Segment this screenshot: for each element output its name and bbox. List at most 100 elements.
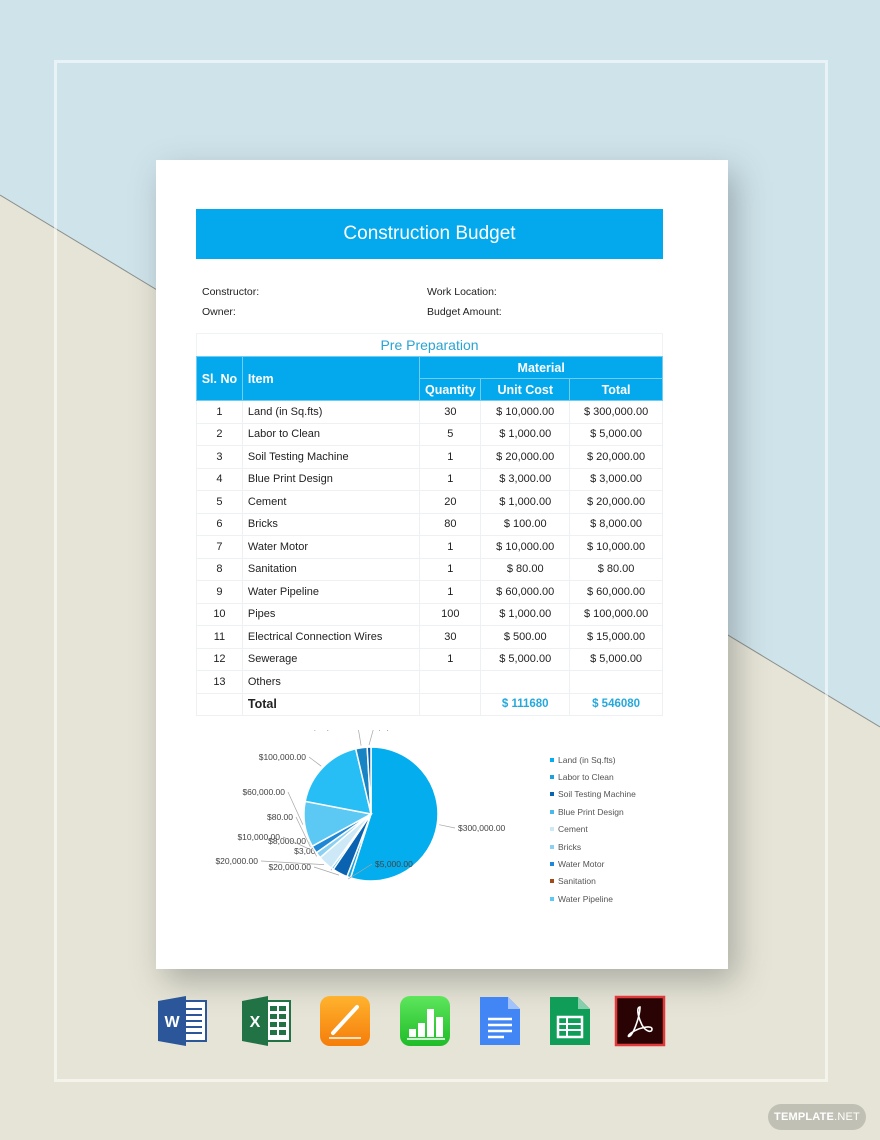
section-title: Pre Preparation: [196, 333, 663, 356]
row-item: Soil Testing Machine: [241, 445, 421, 469]
microsoft-word-icon[interactable]: W: [156, 995, 208, 1047]
row-quantity: 1: [419, 557, 482, 581]
row-quantity: 30: [419, 625, 482, 649]
budget-amount-label: Budget Amount:: [427, 306, 502, 318]
row-number: 9: [196, 580, 243, 604]
row-number: 8: [196, 557, 243, 581]
row-unit-cost: $ 80.00: [480, 557, 571, 581]
table-row: 6 Bricks 80 $ 100.00 $ 8,000.00: [196, 512, 663, 536]
apple-pages-icon[interactable]: [319, 995, 371, 1047]
table-row: 5 Cement 20 $ 1,000.00 $ 20,000.00: [196, 490, 663, 514]
row-unit-cost: [480, 670, 571, 694]
row-unit-cost: $ 500.00: [480, 625, 571, 649]
constructor-label: Constructor:: [202, 286, 260, 298]
row-number: 3: [196, 445, 243, 469]
row-item: Sewerage: [241, 647, 421, 671]
adobe-pdf-icon[interactable]: [614, 995, 666, 1047]
row-quantity: 1: [419, 580, 482, 604]
budget-table: Sl. No Item Material Quantity Unit Cost …: [196, 356, 663, 716]
legend-label: Water Pipeline: [558, 893, 613, 904]
owner-label: Owner:: [202, 306, 236, 318]
header-material: Material: [419, 356, 663, 379]
row-number: 11: [196, 625, 243, 649]
row-item: Electrical Connection Wires: [241, 625, 421, 649]
data-label: $80.00: [267, 812, 293, 822]
row-total: $ 15,000.00: [569, 625, 663, 649]
row-number: 4: [196, 467, 243, 491]
table-row: 8 Sanitation 1 $ 80.00 $ 80.00: [196, 557, 663, 581]
legend-item: Cement: [550, 821, 636, 838]
legend-swatch: [550, 844, 554, 849]
row-total: $ 3,000.00: [569, 467, 663, 491]
row-unit-cost: $ 1,000.00: [480, 490, 571, 514]
row-item: Blue Print Design: [241, 467, 421, 491]
leader-line: [358, 730, 362, 746]
row-number: 10: [196, 602, 243, 626]
legend-item: Labor to Clean: [550, 768, 636, 785]
apple-numbers-icon[interactable]: [399, 995, 451, 1047]
data-label: $20,000.00: [215, 856, 258, 866]
row-number: 2: [196, 422, 243, 446]
watermark-bold: TEMPLATE: [774, 1111, 835, 1123]
legend-label: Blue Print Design: [558, 806, 624, 817]
row-item: Sanitation: [241, 557, 421, 581]
header-quantity: Quantity: [419, 378, 482, 401]
table-row: 11 Electrical Connection Wires 30 $ 500.00 $…: [196, 625, 663, 649]
legend-swatch: [550, 827, 554, 832]
google-docs-icon[interactable]: [476, 995, 528, 1047]
data-label: $60,000.00: [242, 787, 285, 797]
row-total: $ 80.00: [569, 557, 663, 581]
row-unit-cost: $ 20,000.00: [480, 445, 571, 469]
table-row: 1 Land (in Sq.fts) 30 $ 10,000.00 $ 300,000.…: [196, 400, 663, 424]
document-title: Construction Budget: [196, 209, 663, 259]
row-number: 5: [196, 490, 243, 514]
legend-item: Soil Testing Machine: [550, 786, 636, 803]
row-item: Labor to Clean: [241, 422, 421, 446]
row-quantity: [419, 670, 482, 694]
row-quantity: 1: [419, 467, 482, 491]
row-quantity: 30: [419, 400, 482, 424]
row-total: $ 5,000.00: [569, 422, 663, 446]
row-total: $ 10,000.00: [569, 535, 663, 559]
legend-item: Sanitation: [550, 873, 636, 890]
work-location-label: Work Location:: [427, 286, 497, 298]
data-label: $300,000.00: [458, 823, 506, 833]
watermark-light: .NET: [834, 1111, 860, 1123]
template-net-watermark: TEMPLATE .NET: [768, 1104, 866, 1130]
legend-swatch: [550, 775, 554, 780]
total-blank: [196, 692, 243, 716]
legend-swatch: [550, 809, 554, 814]
header-unit-cost: Unit Cost: [480, 378, 571, 401]
header-sl-no: Sl. No: [196, 356, 243, 401]
data-label: $15,000.00: [312, 730, 355, 732]
microsoft-excel-icon[interactable]: X: [240, 995, 292, 1047]
row-item: Others: [241, 670, 421, 694]
word-letter: W: [164, 1014, 180, 1031]
row-item: Land (in Sq.fts): [241, 400, 421, 424]
row-total: $ 300,000.00: [569, 400, 663, 424]
table-row: 3 Soil Testing Machine 1 $ 20,000.00 $ 20,00…: [196, 445, 663, 469]
chart-legend: Land (in Sq.fts) Labor to Clean Soil Testi…: [550, 751, 636, 908]
row-quantity: 5: [419, 422, 482, 446]
data-label: $5,000.00: [377, 730, 415, 732]
excel-letter: X: [250, 1014, 261, 1031]
total-row: Total $ 111680 $ 546080: [196, 692, 663, 716]
table-row: 2 Labor to Clean 5 $ 1,000.00 $ 5,000.00: [196, 422, 663, 446]
total-label: Total: [241, 692, 421, 716]
document-page: Construction Budget Constructor: Owner: …: [156, 160, 728, 969]
table-row: 4 Blue Print Design 1 $ 3,000.00 $ 3,000.00: [196, 467, 663, 491]
legend-swatch: [550, 896, 554, 901]
legend-swatch: [550, 792, 554, 797]
legend-label: Bricks: [558, 841, 582, 852]
table-row: 7 Water Motor 1 $ 10,000.00 $ 10,000.00: [196, 535, 663, 559]
pie-chart: $300,000.00$5,000.00$20,000.00$3,000.00$…: [215, 730, 506, 882]
legend-label: Labor to Clean: [558, 772, 614, 783]
header-item: Item: [241, 356, 421, 401]
grand-total: $ 546080: [569, 692, 663, 716]
format-icons: W X: [0, 995, 880, 1049]
google-sheets-icon[interactable]: [546, 995, 598, 1047]
row-quantity: 1: [419, 445, 482, 469]
row-item: Water Motor: [241, 535, 421, 559]
unit-cost-total: $ 111680: [480, 692, 571, 716]
legend-item: Water Pipeline: [550, 890, 636, 907]
